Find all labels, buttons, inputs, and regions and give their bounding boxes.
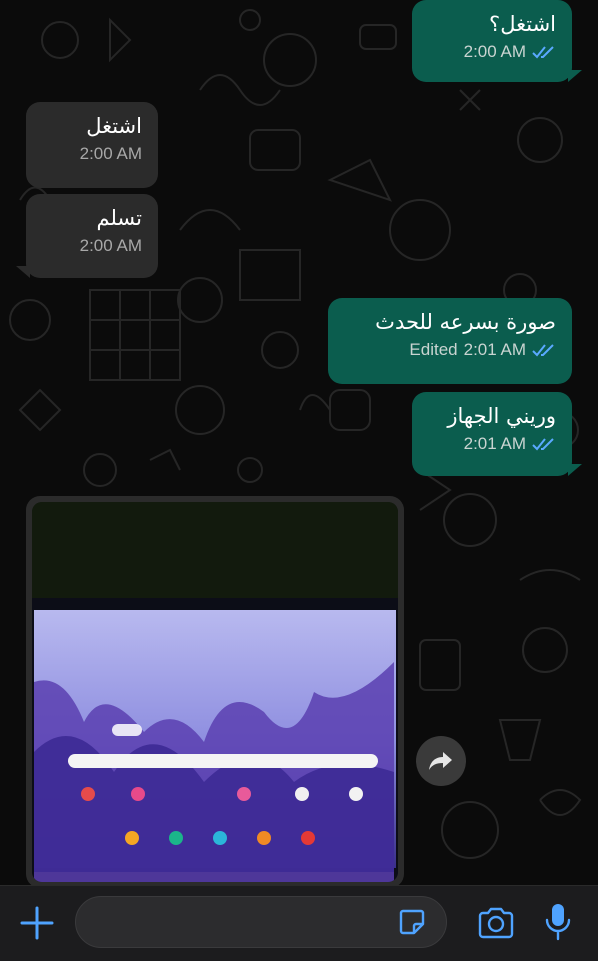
message-photo[interactable] — [32, 502, 398, 882]
message-time: 2:01 AM — [463, 340, 526, 359]
message-bubble-outgoing[interactable]: وريني الجهاز 2:01 AM — [412, 392, 582, 476]
forward-button[interactable] — [416, 736, 466, 786]
message-text: وريني الجهاز — [447, 404, 556, 428]
photo-message-bubble[interactable] — [26, 496, 404, 888]
message-bubble-outgoing[interactable]: صورة بسرعه للحدث Edited 2:01 AM — [328, 298, 572, 384]
message-time: 2:00 AM — [79, 236, 142, 255]
read-receipt-icon — [532, 438, 554, 451]
microphone-icon[interactable] — [544, 902, 572, 942]
sticker-icon[interactable] — [398, 908, 426, 936]
message-bubble-incoming[interactable]: اشتغل 2:00 AM — [26, 102, 158, 188]
forward-icon — [429, 752, 452, 770]
message-text: اشتغل؟ — [489, 12, 556, 36]
read-receipt-icon — [532, 46, 554, 59]
plus-icon[interactable] — [18, 904, 56, 942]
message-text: صورة بسرعه للحدث — [375, 310, 556, 334]
read-receipt-icon — [532, 344, 554, 357]
message-bubble-incoming[interactable]: تسلم 2:00 AM — [16, 194, 158, 278]
message-bubble-outgoing[interactable]: اشتغل؟ 2:00 AM — [412, 0, 582, 82]
tablet-screen-image — [32, 502, 398, 882]
message-input[interactable] — [75, 896, 447, 948]
edited-label: Edited — [409, 340, 458, 359]
message-time: 2:00 AM — [79, 144, 142, 163]
message-composer — [0, 885, 598, 961]
message-text: تسلم — [96, 206, 142, 230]
camera-icon[interactable] — [476, 906, 516, 940]
message-text: اشتغل — [86, 114, 142, 138]
message-time: 2:01 AM — [463, 434, 526, 453]
message-time: 2:00 AM — [463, 42, 526, 61]
